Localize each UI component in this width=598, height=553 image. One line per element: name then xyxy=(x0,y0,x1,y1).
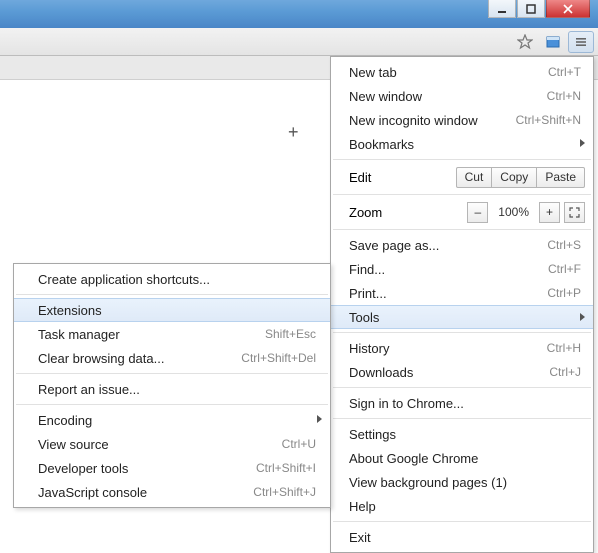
menu-separator xyxy=(333,159,591,160)
copy-button[interactable]: Copy xyxy=(491,167,537,188)
plus-icon: + xyxy=(288,122,299,143)
chevron-right-icon xyxy=(317,415,322,423)
submenu-extensions[interactable]: Extensions xyxy=(14,298,330,322)
menu-find[interactable]: Find...Ctrl+F xyxy=(331,257,593,281)
menu-separator xyxy=(333,229,591,230)
submenu-create-shortcuts[interactable]: Create application shortcuts... xyxy=(14,267,330,291)
submenu-developer-tools[interactable]: Developer toolsCtrl+Shift+I xyxy=(14,456,330,480)
menu-tools[interactable]: Tools xyxy=(331,305,593,329)
edit-label: Edit xyxy=(349,170,457,185)
window-maximize-button[interactable] xyxy=(517,0,545,18)
menu-history[interactable]: HistoryCtrl+H xyxy=(331,336,593,360)
submenu-task-manager[interactable]: Task managerShift+Esc xyxy=(14,322,330,346)
menu-help[interactable]: Help xyxy=(331,494,593,518)
cut-button[interactable]: Cut xyxy=(456,167,493,188)
main-menu: New tabCtrl+T New windowCtrl+N New incog… xyxy=(330,56,594,553)
menu-new-incognito[interactable]: New incognito windowCtrl+Shift+N xyxy=(331,108,593,132)
menu-separator xyxy=(333,332,591,333)
menu-separator xyxy=(333,418,591,419)
bookmark-star-button[interactable] xyxy=(512,31,538,53)
menu-save-page[interactable]: Save page as...Ctrl+S xyxy=(331,233,593,257)
window-close-button[interactable] xyxy=(546,0,590,18)
menu-separator xyxy=(16,373,328,374)
menu-exit[interactable]: Exit xyxy=(331,525,593,549)
menu-background-pages[interactable]: View background pages (1) xyxy=(331,470,593,494)
menu-bookmarks[interactable]: Bookmarks xyxy=(331,132,593,156)
menu-separator xyxy=(333,194,591,195)
window-minimize-button[interactable] xyxy=(488,0,516,18)
submenu-clear-data[interactable]: Clear browsing data...Ctrl+Shift+Del xyxy=(14,346,330,370)
window-titlebar xyxy=(0,0,598,28)
zoom-label: Zoom xyxy=(349,205,463,220)
submenu-view-source[interactable]: View sourceCtrl+U xyxy=(14,432,330,456)
menu-edit-row: Edit Cut Copy Paste xyxy=(331,163,593,191)
menu-separator xyxy=(16,294,328,295)
zoom-in-button[interactable]: + xyxy=(539,202,560,223)
menu-separator xyxy=(333,521,591,522)
zoom-percent: 100% xyxy=(492,202,535,223)
tools-submenu: Create application shortcuts... Extensio… xyxy=(13,263,331,508)
menu-new-window[interactable]: New windowCtrl+N xyxy=(331,84,593,108)
menu-settings[interactable]: Settings xyxy=(331,422,593,446)
menu-new-tab[interactable]: New tabCtrl+T xyxy=(331,60,593,84)
menu-downloads[interactable]: DownloadsCtrl+J xyxy=(331,360,593,384)
fullscreen-button[interactable] xyxy=(564,202,585,223)
menu-print[interactable]: Print...Ctrl+P xyxy=(331,281,593,305)
menu-separator xyxy=(16,404,328,405)
submenu-report-issue[interactable]: Report an issue... xyxy=(14,377,330,401)
menu-about[interactable]: About Google Chrome xyxy=(331,446,593,470)
submenu-js-console[interactable]: JavaScript consoleCtrl+Shift+J xyxy=(14,480,330,504)
menu-zoom-row: Zoom – 100% + xyxy=(331,198,593,226)
menu-signin[interactable]: Sign in to Chrome... xyxy=(331,391,593,415)
browser-toolbar xyxy=(0,28,598,56)
wrench-menu-button[interactable] xyxy=(568,31,594,53)
page-icon-button[interactable] xyxy=(540,31,566,53)
zoom-out-button[interactable]: – xyxy=(467,202,488,223)
chevron-right-icon xyxy=(580,313,585,321)
submenu-encoding[interactable]: Encoding xyxy=(14,408,330,432)
menu-separator xyxy=(333,387,591,388)
chevron-right-icon xyxy=(580,139,585,147)
paste-button[interactable]: Paste xyxy=(536,167,585,188)
